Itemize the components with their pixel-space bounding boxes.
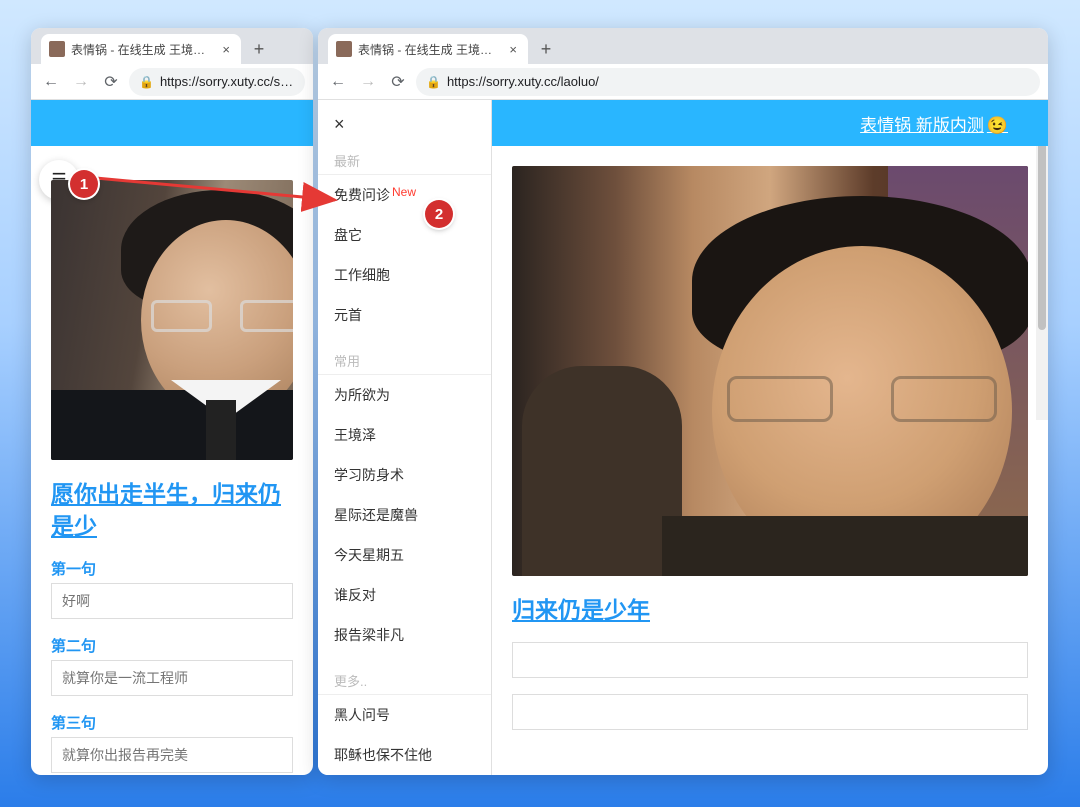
lock-icon: 🔒 [426, 75, 441, 89]
url-text: https://sorry.xuty.cc/laoluo/ [447, 74, 599, 89]
tab-strip: 表情锅 - 在线生成 王境泽 为所欲 × + [318, 28, 1048, 64]
wink-emoji-icon: 😉 [987, 116, 1008, 135]
drawer-item-jesus[interactable]: 耶稣也保不住他 [318, 735, 491, 775]
drawer-section-more: 更多.. [318, 655, 491, 695]
drawer-section-common: 常用 [318, 335, 491, 375]
close-tab-icon[interactable]: × [506, 42, 520, 57]
reload-button[interactable]: ⟳ [99, 70, 123, 94]
tab-strip: 表情锅 - 在线生成 王境泽 为所欲 × + [31, 28, 313, 64]
browser-window-right: 表情锅 - 在线生成 王境泽 为所欲 × + ← → ⟳ 🔒 https://s… [318, 28, 1048, 775]
new-tab-button[interactable]: + [534, 37, 558, 61]
browser-tab[interactable]: 表情锅 - 在线生成 王境泽 为所欲 × [328, 34, 528, 64]
tab-title: 表情锅 - 在线生成 王境泽 为所欲 [71, 41, 213, 58]
forward-button[interactable]: → [356, 70, 380, 94]
browser-window-left: 表情锅 - 在线生成 王境泽 为所欲 × + ← → ⟳ 🔒 https://s… [31, 28, 313, 775]
line-3-input[interactable] [51, 737, 293, 773]
hero-image [512, 166, 1028, 576]
line-2-input[interactable] [51, 660, 293, 696]
drawer-item-panta[interactable]: 盘它 [318, 215, 491, 255]
drawer-item-defense[interactable]: 学习防身术 [318, 455, 491, 495]
form-group-2 [512, 694, 1028, 730]
annotation-marker-2: 2 [425, 200, 453, 228]
favicon-icon [49, 41, 65, 57]
drawer-item-wangjingze[interactable]: 王境泽 [318, 415, 491, 455]
drawer-item-free-consult[interactable]: 免费问诊 [318, 175, 491, 215]
top-banner [31, 100, 313, 146]
drawer-item-cells[interactable]: 工作细胞 [318, 255, 491, 295]
hero-title-link[interactable]: 愿你出走半生，归来仍是少 [51, 478, 293, 542]
tab-title: 表情锅 - 在线生成 王境泽 为所欲 [358, 41, 500, 58]
drawer-item-oppose[interactable]: 谁反对 [318, 575, 491, 615]
drawer-item-friday[interactable]: 今天星期五 [318, 535, 491, 575]
banner-link-text: 表情锅 新版内测 [860, 116, 984, 135]
back-button[interactable]: ← [39, 70, 63, 94]
page-content: ☰ 愿你出走半生，归来仍是少 第一句 第二句 第三句 [31, 100, 313, 775]
page-content: 表情锅 新版内测😉 × 最新 免费问诊 盘它 工作细胞 元首 常用 为所欲为 王… [318, 100, 1048, 775]
browser-tab[interactable]: 表情锅 - 在线生成 王境泽 为所欲 × [41, 34, 241, 64]
drawer-close-button[interactable]: × [318, 114, 491, 135]
new-tab-button[interactable]: + [247, 37, 271, 61]
drawer-item-liang[interactable]: 报告梁非凡 [318, 615, 491, 655]
field-label: 第三句 [51, 712, 293, 733]
field-label: 第一句 [51, 558, 293, 579]
drawer-item-starcraft[interactable]: 星际还是魔兽 [318, 495, 491, 535]
drawer-item-blackman[interactable]: 黑人问号 [318, 695, 491, 735]
form-group-2: 第二句 [51, 635, 293, 696]
drawer-item-weisuoyuwei[interactable]: 为所欲为 [318, 375, 491, 415]
banner-link[interactable]: 表情锅 新版内测😉 [860, 111, 1008, 136]
close-tab-icon[interactable]: × [219, 42, 233, 57]
drawer-section-latest: 最新 [318, 135, 491, 175]
favicon-icon [336, 41, 352, 57]
annotation-marker-1: 1 [70, 170, 98, 198]
browser-toolbar: ← → ⟳ 🔒 https://sorry.xuty.cc/laoluo/ [318, 64, 1048, 100]
address-bar[interactable]: 🔒 https://sorry.xuty.cc/sorry/ [129, 68, 305, 96]
form-group-1 [512, 642, 1028, 678]
hero-image [51, 180, 293, 460]
reload-button[interactable]: ⟳ [386, 70, 410, 94]
url-text: https://sorry.xuty.cc/sorry/ [160, 74, 295, 89]
line-2-input[interactable] [512, 694, 1028, 730]
back-button[interactable]: ← [326, 70, 350, 94]
form-group-3: 第三句 [51, 712, 293, 773]
address-bar[interactable]: 🔒 https://sorry.xuty.cc/laoluo/ [416, 68, 1040, 96]
drawer-item-yuanshou[interactable]: 元首 [318, 295, 491, 335]
browser-toolbar: ← → ⟳ 🔒 https://sorry.xuty.cc/sorry/ [31, 64, 313, 100]
line-1-input[interactable] [512, 642, 1028, 678]
line-1-input[interactable] [51, 583, 293, 619]
field-label: 第二句 [51, 635, 293, 656]
form-group-1: 第一句 [51, 558, 293, 619]
hero-title-link[interactable]: 归来仍是少年 [512, 594, 1028, 626]
template-drawer: × 最新 免费问诊 盘它 工作细胞 元首 常用 为所欲为 王境泽 学习防身术 星… [318, 100, 492, 775]
lock-icon: 🔒 [139, 75, 154, 89]
forward-button[interactable]: → [69, 70, 93, 94]
